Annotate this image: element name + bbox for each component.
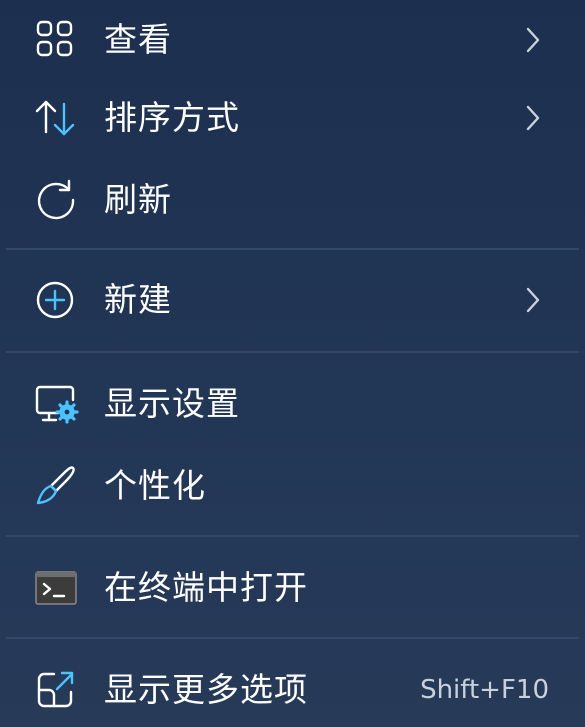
menu-item-label: 个性化	[104, 466, 206, 505]
grid-view-icon	[32, 16, 80, 64]
menu-item-display-settings[interactable]: 显示设置	[0, 364, 585, 444]
menu-item-label: 刷新	[104, 180, 172, 219]
menu-item-label: 显示更多选项	[104, 670, 308, 709]
menu-separator	[6, 248, 579, 250]
menu-item-sort-by[interactable]: 排序方式	[0, 78, 585, 158]
menu-item-open-in-terminal[interactable]: 在终端中打开	[0, 548, 585, 628]
open-external-icon	[32, 666, 80, 714]
display-settings-icon	[32, 380, 80, 428]
menu-item-label: 在终端中打开	[104, 568, 308, 607]
add-circle-icon	[32, 276, 80, 324]
menu-item-show-more-options[interactable]: 显示更多选项 Shift+F10	[0, 650, 585, 727]
paintbrush-icon	[32, 462, 80, 510]
terminal-icon	[32, 564, 80, 612]
menu-item-label: 查看	[104, 20, 172, 59]
sort-arrows-icon	[32, 94, 80, 142]
menu-item-view[interactable]: 查看	[0, 0, 585, 80]
menu-item-label: 显示设置	[104, 384, 240, 423]
chevron-right-icon	[523, 25, 543, 55]
menu-item-label: 新建	[104, 280, 172, 319]
menu-item-new[interactable]: 新建	[0, 260, 585, 340]
menu-separator	[6, 535, 579, 537]
desktop-context-menu: 查看 排序方式 刷新 新建 显示设置 个性化 在终端中打开 显示更多选项 Shi…	[0, 0, 585, 727]
keyboard-shortcut: Shift+F10	[420, 675, 549, 705]
refresh-icon	[32, 176, 80, 224]
menu-item-personalize[interactable]: 个性化	[0, 446, 585, 526]
chevron-right-icon	[523, 285, 543, 315]
chevron-right-icon	[523, 103, 543, 133]
menu-separator	[6, 637, 579, 639]
menu-item-refresh[interactable]: 刷新	[0, 160, 585, 240]
menu-item-label: 排序方式	[104, 98, 240, 137]
menu-separator	[6, 351, 579, 353]
